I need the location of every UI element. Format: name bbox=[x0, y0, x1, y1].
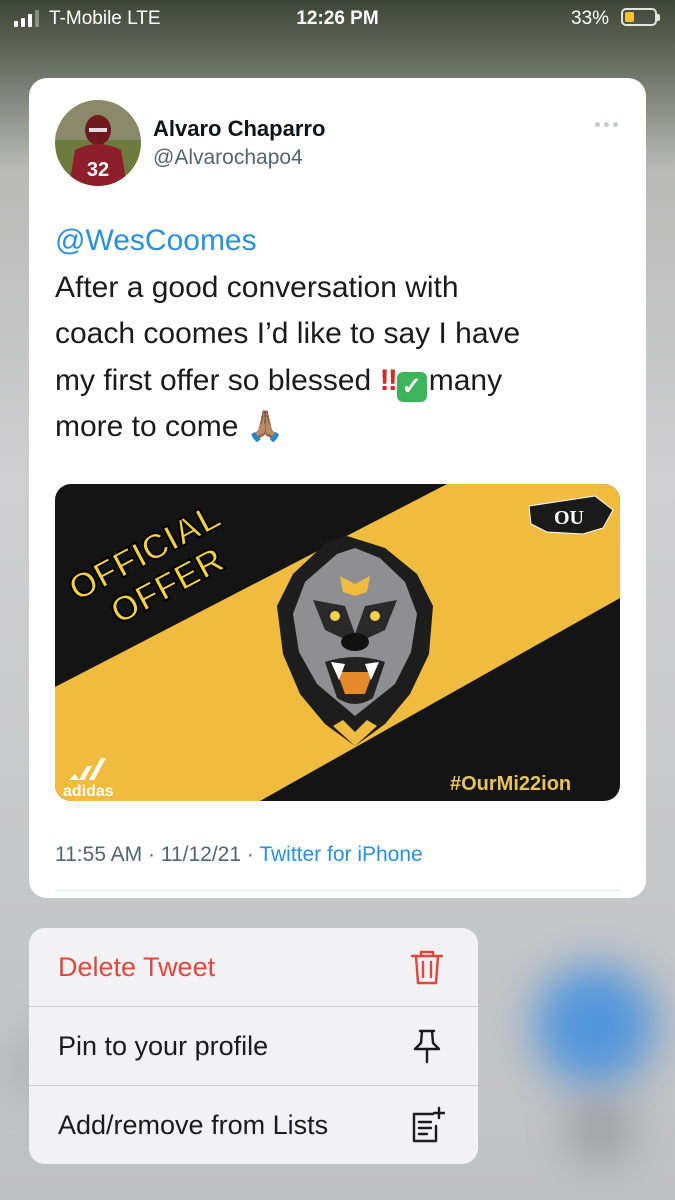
double-exclamation-emoji: ‼ bbox=[379, 363, 398, 397]
context-menu: Delete Tweet Pin to your profile Add/rem… bbox=[29, 928, 478, 1164]
tweet-source-link[interactable]: Twitter for iPhone bbox=[259, 843, 422, 866]
list-add-icon bbox=[412, 1106, 445, 1143]
tweet-card: 32 Alvaro Chaparro @Alvarochapo4 @WesCoo… bbox=[29, 78, 646, 898]
tweet-image[interactable]: OFFICIAL OFFER OU adidas #OurMi22ion bbox=[55, 484, 620, 801]
logo-text: OU bbox=[554, 507, 584, 529]
trash-icon bbox=[410, 950, 444, 985]
battery-icon bbox=[621, 8, 660, 26]
tweet-meta: 11:55 AM · 11/12/21 · Twitter for iPhone bbox=[55, 843, 423, 867]
praying-hands-emoji: 🙏🏽 bbox=[246, 410, 285, 443]
author-handle[interactable]: @Alvarochapo4 bbox=[153, 146, 303, 170]
battery-percent: 33% bbox=[571, 8, 610, 29]
check-mark-emoji: ✓ bbox=[396, 371, 427, 402]
avatar-photo: 32 bbox=[55, 100, 141, 186]
tweet-timestamp: 11:55 AM · 11/12/21 · bbox=[55, 843, 260, 866]
more-options-icon[interactable] bbox=[589, 114, 625, 134]
brand-name: adidas bbox=[63, 783, 114, 800]
tweet-line: many bbox=[428, 363, 503, 397]
status-bar: T-Mobile LTE 12:26 PM 33% bbox=[0, 0, 675, 40]
menu-item-delete-tweet[interactable]: Delete Tweet bbox=[29, 928, 478, 1006]
tweet-line: After a good conversation with bbox=[55, 270, 459, 304]
tweet-text: @WesCoomes After a good conversation wit… bbox=[55, 218, 625, 451]
menu-item-label: Pin to your profile bbox=[58, 1031, 269, 1061]
menu-item-pin-profile[interactable]: Pin to your profile bbox=[29, 1007, 478, 1085]
avatar[interactable]: 32 bbox=[55, 100, 141, 186]
menu-item-add-remove-lists[interactable]: Add/remove from Lists bbox=[29, 1086, 478, 1164]
author-name[interactable]: Alvaro Chaparro bbox=[153, 116, 325, 142]
menu-item-label: Add/remove from Lists bbox=[58, 1110, 329, 1140]
blurred-shape bbox=[570, 1100, 630, 1160]
blurred-compose-button bbox=[535, 965, 655, 1085]
tweet-line: coach coomes I’d like to say I have bbox=[55, 317, 521, 350]
divider bbox=[55, 890, 620, 891]
hashtag: #OurMi22ion bbox=[450, 773, 571, 795]
menu-item-label: Delete Tweet bbox=[58, 952, 216, 982]
mention-link[interactable]: @WesCoomes bbox=[55, 218, 625, 265]
official-offer-graphic: OFFICIAL OFFER OU adidas #OurMi22ion bbox=[55, 484, 620, 801]
jersey-number: 32 bbox=[87, 159, 109, 181]
tweet-line: more to come bbox=[55, 410, 247, 443]
tweet-line: my first offer so blessed bbox=[55, 363, 380, 397]
pin-icon bbox=[413, 1029, 441, 1064]
